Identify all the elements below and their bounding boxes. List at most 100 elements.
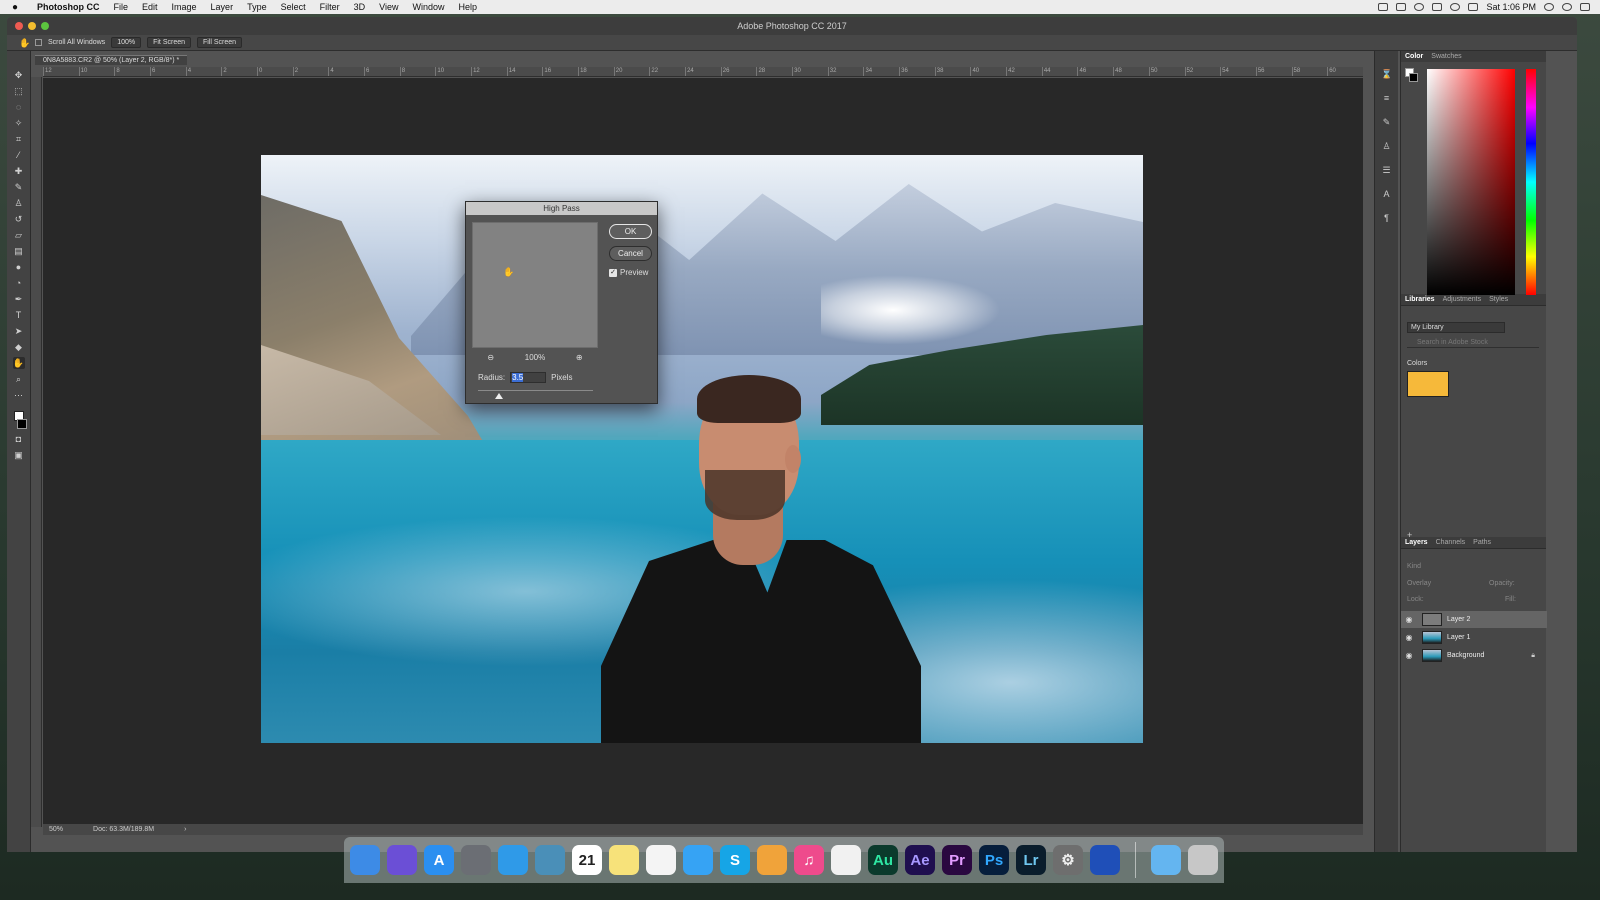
lightroom-icon[interactable]: Lr	[1016, 845, 1046, 875]
launchpad-icon[interactable]	[461, 845, 491, 875]
radius-slider-track[interactable]	[478, 390, 593, 391]
tab-libraries[interactable]: Libraries	[1405, 296, 1435, 303]
move-tool-icon[interactable]: ✥	[13, 69, 25, 81]
finder-icon[interactable]	[350, 845, 380, 875]
shape-tool-icon[interactable]: ◆	[13, 341, 25, 353]
adjustments-icon[interactable]: ☰	[1381, 165, 1392, 176]
brush-tool-icon[interactable]: ✎	[13, 181, 25, 193]
wifi-icon[interactable]	[1450, 3, 1461, 11]
tab-styles[interactable]: Styles	[1489, 296, 1508, 303]
pages-icon[interactable]	[757, 845, 787, 875]
lock-icon[interactable]: 🔒︎	[1531, 652, 1535, 660]
itunes-icon[interactable]: ♫	[794, 845, 824, 875]
bg-color-chip[interactable]	[1409, 73, 1418, 82]
zoom-in-icon[interactable]: ⊕	[576, 353, 583, 362]
menu-layer[interactable]: Layer	[204, 2, 241, 12]
brush-presets-icon[interactable]: ✎	[1381, 117, 1392, 128]
menu-image[interactable]: Image	[165, 2, 204, 12]
fill-screen-button[interactable]: Fill Screen	[197, 37, 243, 48]
eye-icon[interactable]	[1414, 3, 1425, 11]
properties-panel-icon[interactable]: ≡	[1381, 93, 1392, 104]
apple-menu-icon[interactable]: ●	[0, 2, 30, 13]
canvas-area[interactable]	[43, 78, 1363, 826]
history-brush-tool-icon[interactable]: ↺	[13, 213, 25, 225]
system-preferences-icon[interactable]: ⚙	[1053, 845, 1083, 875]
zoom-out-icon[interactable]: ⊖	[487, 353, 494, 362]
visibility-eye-icon[interactable]: ◉	[1401, 615, 1417, 624]
screensharing-icon[interactable]	[1090, 845, 1120, 875]
tab-layers[interactable]: Layers	[1405, 539, 1428, 546]
color-picker-field[interactable]	[1427, 69, 1515, 295]
premiere-icon[interactable]: Pr	[942, 845, 972, 875]
radius-input[interactable]: 3.5	[510, 372, 547, 383]
siri-menubar-icon[interactable]	[1562, 3, 1572, 11]
menu-filter[interactable]: Filter	[313, 2, 347, 12]
menu-3d[interactable]: 3D	[347, 2, 373, 12]
app-store-icon[interactable]: A	[424, 845, 454, 875]
preview-checkbox[interactable]: ✓	[609, 268, 617, 277]
dodge-tool-icon[interactable]: ◔	[13, 277, 25, 289]
vertical-ruler[interactable]	[31, 77, 42, 827]
tab-paths[interactable]: Paths	[1473, 539, 1491, 546]
horizontal-ruler[interactable]: 12 10 8 6 4 2 0 2 4 6 8 10 12 14 16 18 20 22 24 26 28 30 32 34 3…	[43, 67, 1363, 77]
clone-stamp-tool-icon[interactable]: ♙	[13, 197, 25, 209]
layer-filter-kind[interactable]: Kind	[1407, 563, 1541, 573]
screen-mode-icon[interactable]: ▣	[13, 449, 25, 461]
color-panel-fg-bg[interactable]	[1405, 68, 1418, 82]
filter-preview-box[interactable]: ✋	[472, 222, 598, 348]
dialog-title[interactable]: High Pass	[466, 202, 657, 215]
eraser-tool-icon[interactable]: ▱	[13, 229, 25, 241]
gradient-tool-icon[interactable]: ▤	[13, 245, 25, 257]
crop-tool-icon[interactable]: ⌗	[13, 133, 25, 145]
marquee-tool-icon[interactable]: ⬚	[13, 85, 25, 97]
siri-icon[interactable]	[387, 845, 417, 875]
type-tool-icon[interactable]: T	[13, 309, 25, 321]
visibility-eye-icon[interactable]: ◉	[1401, 633, 1417, 642]
menu-app-name[interactable]: Photoshop CC	[30, 2, 107, 12]
menu-file[interactable]: File	[107, 2, 136, 12]
fit-screen-button[interactable]: Fit Screen	[147, 37, 191, 48]
notification-center-icon[interactable]	[1580, 3, 1590, 11]
tab-channels[interactable]: Channels	[1436, 539, 1466, 546]
character-panel-icon[interactable]: A	[1381, 189, 1392, 200]
library-search-input[interactable]: Search in Adobe Stock	[1407, 338, 1539, 348]
photos-icon[interactable]	[831, 845, 861, 875]
hand-tool-icon[interactable]: ✋	[12, 357, 25, 369]
menu-view[interactable]: View	[372, 2, 405, 12]
calendar-icon[interactable]: 21	[572, 845, 602, 875]
document-tab[interactable]: 0N8A5883.CR2 @ 50% (Layer 2, RGB/8*) *	[35, 54, 188, 65]
menu-window[interactable]: Window	[405, 2, 451, 12]
cancel-button[interactable]: Cancel	[609, 246, 652, 261]
trash-icon[interactable]	[1188, 845, 1218, 875]
scroll-all-windows-checkbox[interactable]	[35, 39, 42, 46]
lasso-tool-icon[interactable]: ◌	[13, 101, 25, 113]
airplay-icon[interactable]	[1468, 3, 1479, 11]
layer-row-layer-2[interactable]: ◉ Layer 2	[1401, 611, 1547, 628]
preview-toggle[interactable]: ✓ Preview	[609, 268, 648, 277]
menu-select[interactable]: Select	[274, 2, 313, 12]
notes-icon[interactable]	[609, 845, 639, 875]
menu-edit[interactable]: Edit	[135, 2, 165, 12]
status-zoom[interactable]: 50%	[49, 826, 63, 833]
magic-wand-tool-icon[interactable]: ✧	[13, 117, 25, 129]
zoom-100-button[interactable]: 100%	[111, 37, 142, 48]
bluetooth-icon[interactable]	[1432, 3, 1443, 11]
spotlight-icon[interactable]	[1544, 3, 1554, 11]
status-arrow-icon[interactable]: ›	[184, 826, 186, 833]
blur-tool-icon[interactable]: ●	[13, 261, 25, 273]
document-photo[interactable]	[261, 155, 1143, 743]
blend-mode-select[interactable]: Overlay	[1407, 580, 1431, 587]
layer-row-background[interactable]: ◉ Background 🔒︎	[1401, 647, 1547, 664]
library-colors-header[interactable]: Colors	[1407, 360, 1427, 367]
tab-color[interactable]: Color	[1405, 53, 1423, 60]
library-color-swatch[interactable]	[1407, 371, 1449, 397]
eyedropper-tool-icon[interactable]: ⁄	[13, 149, 25, 161]
history-panel-icon[interactable]: ⌛	[1381, 69, 1392, 80]
hand-tool-preset-icon[interactable]: ✋	[19, 38, 30, 48]
opacity-label[interactable]: Opacity:	[1489, 580, 1515, 587]
reminders-icon[interactable]	[646, 845, 676, 875]
radius-slider-thumb[interactable]	[495, 393, 503, 399]
background-color-swatch[interactable]	[17, 419, 27, 429]
menu-help[interactable]: Help	[451, 2, 484, 12]
clone-source-icon[interactable]: ♙	[1381, 141, 1392, 152]
